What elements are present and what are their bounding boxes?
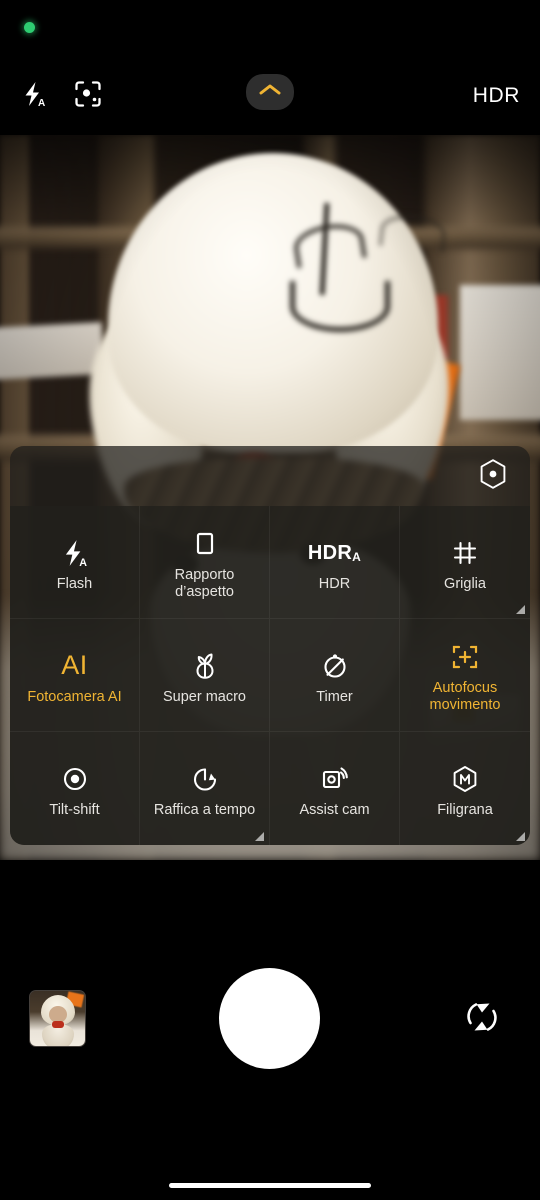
setting-cell-timer[interactable]: Timer — [270, 619, 400, 732]
svg-text:A: A — [79, 556, 87, 567]
gallery-thumbnail-button[interactable] — [29, 990, 86, 1047]
tilt-shift-icon — [61, 758, 89, 800]
setting-cell-super-macro[interactable]: Super macro — [140, 619, 270, 732]
timer-off-icon — [321, 645, 349, 687]
status-bar — [0, 0, 540, 60]
setting-cell-ai-camera[interactable]: AI Fotocamera AI — [10, 619, 140, 732]
expand-indicator-triangle — [516, 832, 525, 841]
setting-label: Griglia — [444, 575, 486, 592]
autofocus-tracking-icon — [451, 636, 479, 678]
hdr-status-label[interactable]: HDR — [473, 72, 520, 120]
watermark-icon — [450, 758, 480, 800]
setting-label: Filigrana — [437, 802, 493, 818]
setting-label: Super macro — [162, 688, 246, 705]
viewfinder-white-binder — [460, 285, 540, 420]
shutter-button[interactable] — [219, 968, 320, 1069]
lens-scan-button[interactable] — [64, 72, 112, 120]
svg-text:A: A — [38, 98, 45, 108]
setting-label: Rapporto d’aspetto — [174, 567, 235, 600]
setting-label: Assist cam — [299, 802, 370, 818]
aspect-ratio-icon — [192, 523, 218, 565]
chevron-up-icon — [258, 83, 282, 102]
setting-cell-grid[interactable]: Griglia — [400, 506, 530, 619]
flash-auto-icon: A — [21, 80, 47, 113]
thumbnail-red-accent — [52, 1021, 64, 1028]
flower-macro-icon — [191, 645, 219, 687]
home-indicator[interactable] — [169, 1183, 371, 1188]
flip-camera-icon — [461, 996, 503, 1043]
setting-cell-flash[interactable]: A Flash — [10, 506, 140, 619]
viewfinder-white-box — [0, 322, 105, 380]
thumbnail-image — [30, 991, 85, 1046]
flash-auto-icon: A — [61, 532, 89, 574]
ai-icon: AI — [61, 645, 88, 687]
camera-app-screen: A HDR A Flash Rapporto d’aspetto HDRA HD… — [0, 0, 540, 1200]
setting-cell-motion-autofocus[interactable]: Autofocus movimento — [400, 619, 530, 732]
assist-cam-icon — [320, 758, 350, 800]
setting-cell-assist-cam[interactable]: Assist cam — [270, 732, 400, 845]
plush-toy-mouth — [290, 281, 390, 332]
camera-settings-button[interactable] — [472, 455, 514, 497]
setting-label: Tilt-shift — [49, 802, 100, 818]
setting-label: Autofocus movimento — [429, 680, 501, 713]
expand-indicator-triangle — [516, 605, 525, 614]
camera-bottom-controls — [0, 860, 540, 1200]
hdr-auto-icon: HDRA — [308, 532, 361, 574]
setting-cell-timed-burst[interactable]: Raffica a tempo — [140, 732, 270, 845]
settings-options-grid: A Flash Rapporto d’aspetto HDRA HDR Grig… — [10, 506, 530, 845]
setting-cell-tilt-shift[interactable]: Tilt-shift — [10, 732, 140, 845]
camera-top-toolbar: A HDR — [0, 60, 540, 135]
setting-label: Fotocamera AI — [27, 688, 122, 705]
setting-label: HDR — [318, 575, 351, 592]
camera-settings-panel: A Flash Rapporto d’aspetto HDRA HDR Grig… — [10, 446, 530, 845]
expand-settings-panel-button[interactable] — [246, 74, 294, 110]
flash-toggle-button[interactable]: A — [10, 72, 58, 120]
setting-label: Flash — [56, 575, 93, 592]
settings-panel-header — [10, 446, 530, 506]
ai-glyph-text: AI — [61, 650, 88, 680]
grid-icon — [451, 532, 479, 574]
flip-camera-button[interactable] — [456, 993, 508, 1045]
setting-label: Raffica a tempo — [153, 802, 256, 818]
plush-toy-eyebrow-left — [291, 219, 367, 269]
expand-indicator-triangle — [255, 832, 264, 841]
setting-cell-hdr[interactable]: HDRA HDR — [270, 506, 400, 619]
camera-privacy-indicator-dot — [24, 22, 35, 33]
setting-label: Timer — [316, 688, 353, 705]
setting-cell-watermark[interactable]: Filigrana — [400, 732, 530, 845]
lens-scan-icon — [74, 80, 102, 113]
setting-cell-aspect-ratio[interactable]: Rapporto d’aspetto — [140, 506, 270, 619]
camera-viewfinder-preview[interactable]: A Flash Rapporto d’aspetto HDRA HDR Grig… — [0, 135, 540, 860]
hdr-glyph-text: HDRA — [307, 541, 362, 564]
timed-burst-icon — [191, 758, 219, 800]
hexagon-settings-icon — [478, 458, 508, 495]
